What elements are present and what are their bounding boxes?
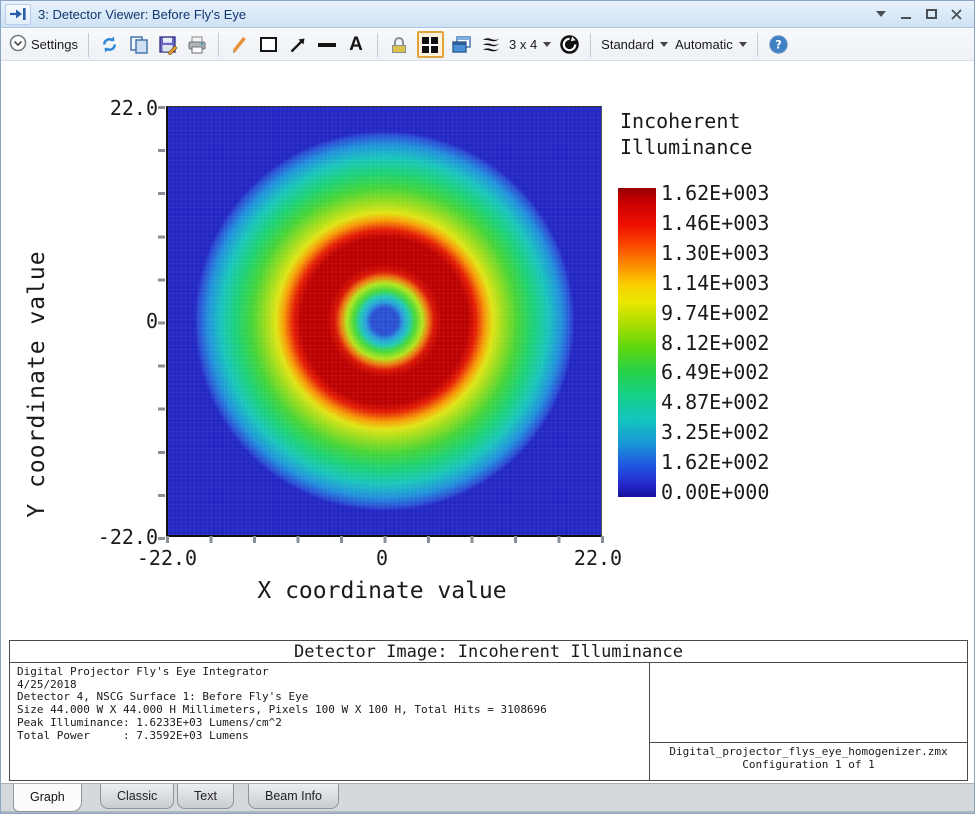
x-axis-title: X coordinate value [257, 578, 507, 604]
save-icon[interactable] [157, 34, 179, 56]
info-line-title: Digital Projector Fly's Eye Integrator [17, 665, 269, 678]
info-line-peak: Peak Illuminance: 1.6233E+03 Lumens/cm^2 [17, 715, 282, 729]
view-tab-bar: Graph Classic Text Beam Info [1, 783, 974, 813]
clock-refresh-icon[interactable] [558, 34, 580, 56]
tab-graph[interactable]: Graph [13, 784, 82, 812]
minimize-icon[interactable] [898, 6, 914, 22]
detector-info-panel: Detector Image: Incoherent Illuminance D… [9, 640, 968, 781]
x-axis-ticks [166, 536, 604, 543]
graph-area: Y coordinate value 22.0 0 -22.0 -22.0 0 … [1, 62, 974, 638]
colorbar-label: 6.49E+002 [661, 360, 770, 385]
help-icon[interactable]: ? [768, 34, 790, 56]
copy-icon[interactable] [128, 34, 150, 56]
rectangle-icon[interactable] [258, 34, 280, 56]
colorbar-label: 1.14E+003 [661, 270, 770, 295]
info-line-power: Total Power : 7.3592E+03 Lumens [17, 728, 249, 742]
x-tick-label: -22.0 [136, 546, 198, 570]
standard-label: Standard [601, 37, 654, 52]
cascade-windows-icon[interactable] [451, 34, 473, 56]
maximize-icon[interactable] [923, 6, 939, 22]
chevron-down-icon [543, 42, 552, 47]
detector-heatmap [166, 106, 602, 537]
toolbar-separator [590, 32, 592, 57]
x-tick-label: 0 [375, 546, 389, 570]
line-icon[interactable] [316, 34, 338, 56]
tab-text[interactable]: Text [177, 784, 234, 809]
toolbar: Settings A 3 x 4 Standard Automatic ? [1, 29, 974, 61]
arrow-icon[interactable] [287, 34, 309, 56]
info-line-size: Size 44.000 W X 44.000 H Millimeters, Pi… [17, 703, 547, 717]
refresh-icon[interactable] [99, 34, 121, 56]
colorbar-label: 0.00E+000 [661, 480, 770, 504]
chevron-down-icon [659, 42, 668, 47]
colorbar-label: 1.46E+003 [661, 210, 770, 235]
lock-icon[interactable] [388, 34, 410, 56]
svg-text:?: ? [775, 38, 782, 52]
toolbar-separator [217, 32, 219, 57]
colorbar-label: 4.87E+002 [661, 390, 770, 415]
layers-icon[interactable] [480, 34, 502, 56]
print-icon[interactable] [186, 34, 208, 56]
info-panel-header: Detector Image: Incoherent Illuminance [10, 641, 967, 663]
chevron-down-icon [738, 42, 747, 47]
grid-size-label: 3 x 4 [508, 37, 538, 52]
config-file-name: Digital_projector_flys_eye_homogenizer.z… [669, 745, 948, 758]
settings-expander-icon [9, 34, 27, 55]
settings-label: Settings [31, 37, 78, 52]
quad-view-icon[interactable] [416, 31, 444, 58]
toolbar-separator [756, 32, 758, 57]
legend-title-line2: Illuminance [620, 135, 753, 159]
legend-title-line1: Incoherent [620, 109, 741, 133]
title-bar: 3: Detector Viewer: Before Fly's Eye [1, 1, 974, 28]
window-title: 3: Detector Viewer: Before Fly's Eye [38, 6, 247, 22]
window-controls [873, 6, 974, 22]
standard-dropdown[interactable]: Standard [601, 37, 668, 52]
y-axis-ticks [158, 106, 165, 540]
y-tick-label: 22.0 [109, 96, 158, 120]
colorbar-label: 8.12E+002 [661, 330, 770, 355]
pencil-icon[interactable] [229, 34, 251, 56]
toolbar-separator [87, 32, 89, 57]
info-text-block: Digital Projector Fly's Eye Integrator 4… [10, 663, 650, 780]
detector-viewer-icon [5, 3, 31, 25]
toolbar-separator [376, 32, 378, 57]
close-icon[interactable] [948, 6, 964, 22]
colorbar-label: 3.25E+002 [661, 420, 770, 445]
y-tick-label: 0 [145, 309, 158, 333]
colorbar-label: 1.62E+002 [661, 450, 770, 475]
colorbar-label: 1.30E+003 [661, 240, 770, 265]
grid-size-dropdown[interactable]: 3 x 4 [508, 37, 552, 52]
colorbar-label: 1.62E+003 [661, 181, 770, 205]
info-right-cell: Digital_projector_flys_eye_homogenizer.z… [650, 663, 967, 780]
text-icon[interactable]: A [345, 34, 367, 56]
config-number: Configuration 1 of 1 [742, 757, 875, 771]
automatic-dropdown[interactable]: Automatic [675, 37, 747, 52]
settings-button[interactable]: Settings [9, 34, 78, 55]
colorbar [618, 188, 656, 497]
y-axis-title: Y coordinate value [24, 250, 50, 518]
colorbar-label: 9.74E+002 [661, 300, 770, 325]
info-panel-body: Digital Projector Fly's Eye Integrator 4… [10, 663, 967, 780]
legend-title: Incoherent Illuminance [620, 108, 752, 160]
tab-beam-info[interactable]: Beam Info [248, 784, 339, 809]
configuration-box: Digital_projector_flys_eye_homogenizer.z… [650, 742, 967, 780]
chevron-down-icon[interactable] [873, 6, 889, 22]
x-tick-label: 22.0 [573, 546, 623, 570]
y-tick-label: -22.0 [97, 525, 158, 549]
automatic-label: Automatic [674, 37, 733, 52]
tab-classic[interactable]: Classic [100, 784, 175, 809]
detector-viewer-window: 3: Detector Viewer: Before Fly's Eye Set… [0, 0, 975, 814]
